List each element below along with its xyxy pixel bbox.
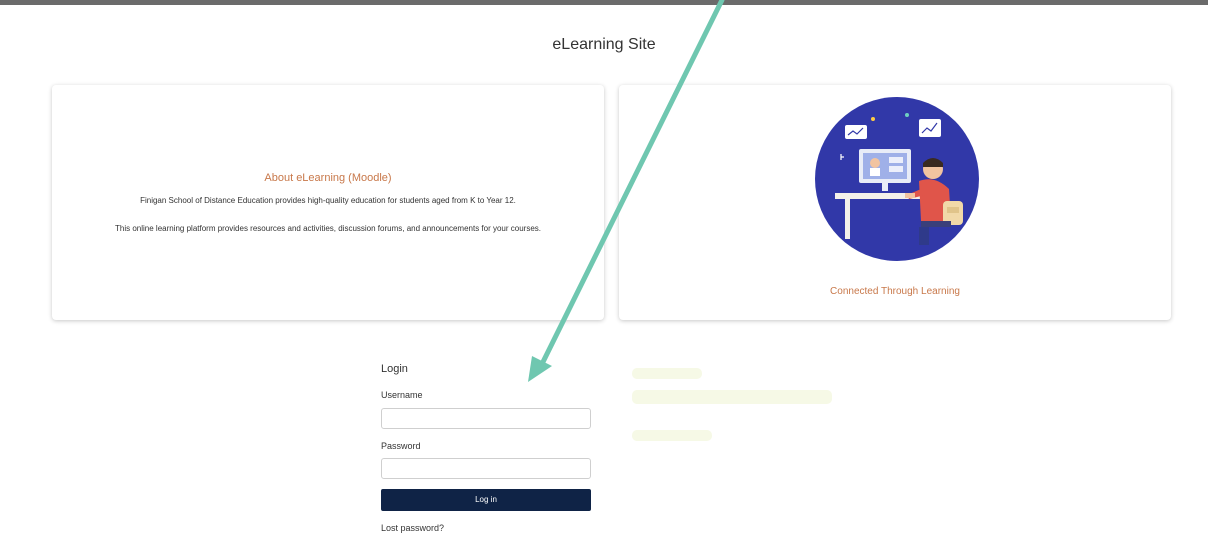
- about-description-line-1: Finigan School of Distance Education pro…: [140, 196, 516, 205]
- password-label: Password: [381, 441, 421, 451]
- login-button[interactable]: Log in: [381, 489, 591, 511]
- top-video-bar: [0, 0, 1208, 5]
- site-title: eLearning Site: [552, 36, 656, 53]
- lost-password-link[interactable]: Lost password?: [381, 523, 444, 533]
- username-label: Username: [381, 390, 423, 400]
- username-input[interactable]: [381, 408, 591, 429]
- promo-card: Connected Through Learning: [619, 85, 1171, 320]
- faded-line: [632, 368, 702, 379]
- about-title: About eLearning (Moodle): [264, 172, 392, 184]
- faded-placeholder-block: [632, 364, 852, 454]
- promo-caption: Connected Through Learning: [830, 286, 960, 297]
- password-input[interactable]: [381, 458, 591, 479]
- faded-line: [632, 430, 712, 441]
- faded-line: [632, 390, 832, 404]
- student-at-computer-illustration: [815, 97, 979, 261]
- about-card: About eLearning (Moodle) Finigan School …: [52, 85, 604, 320]
- about-description-line-2: This online learning platform provides r…: [115, 224, 541, 233]
- login-heading: Login: [381, 363, 408, 375]
